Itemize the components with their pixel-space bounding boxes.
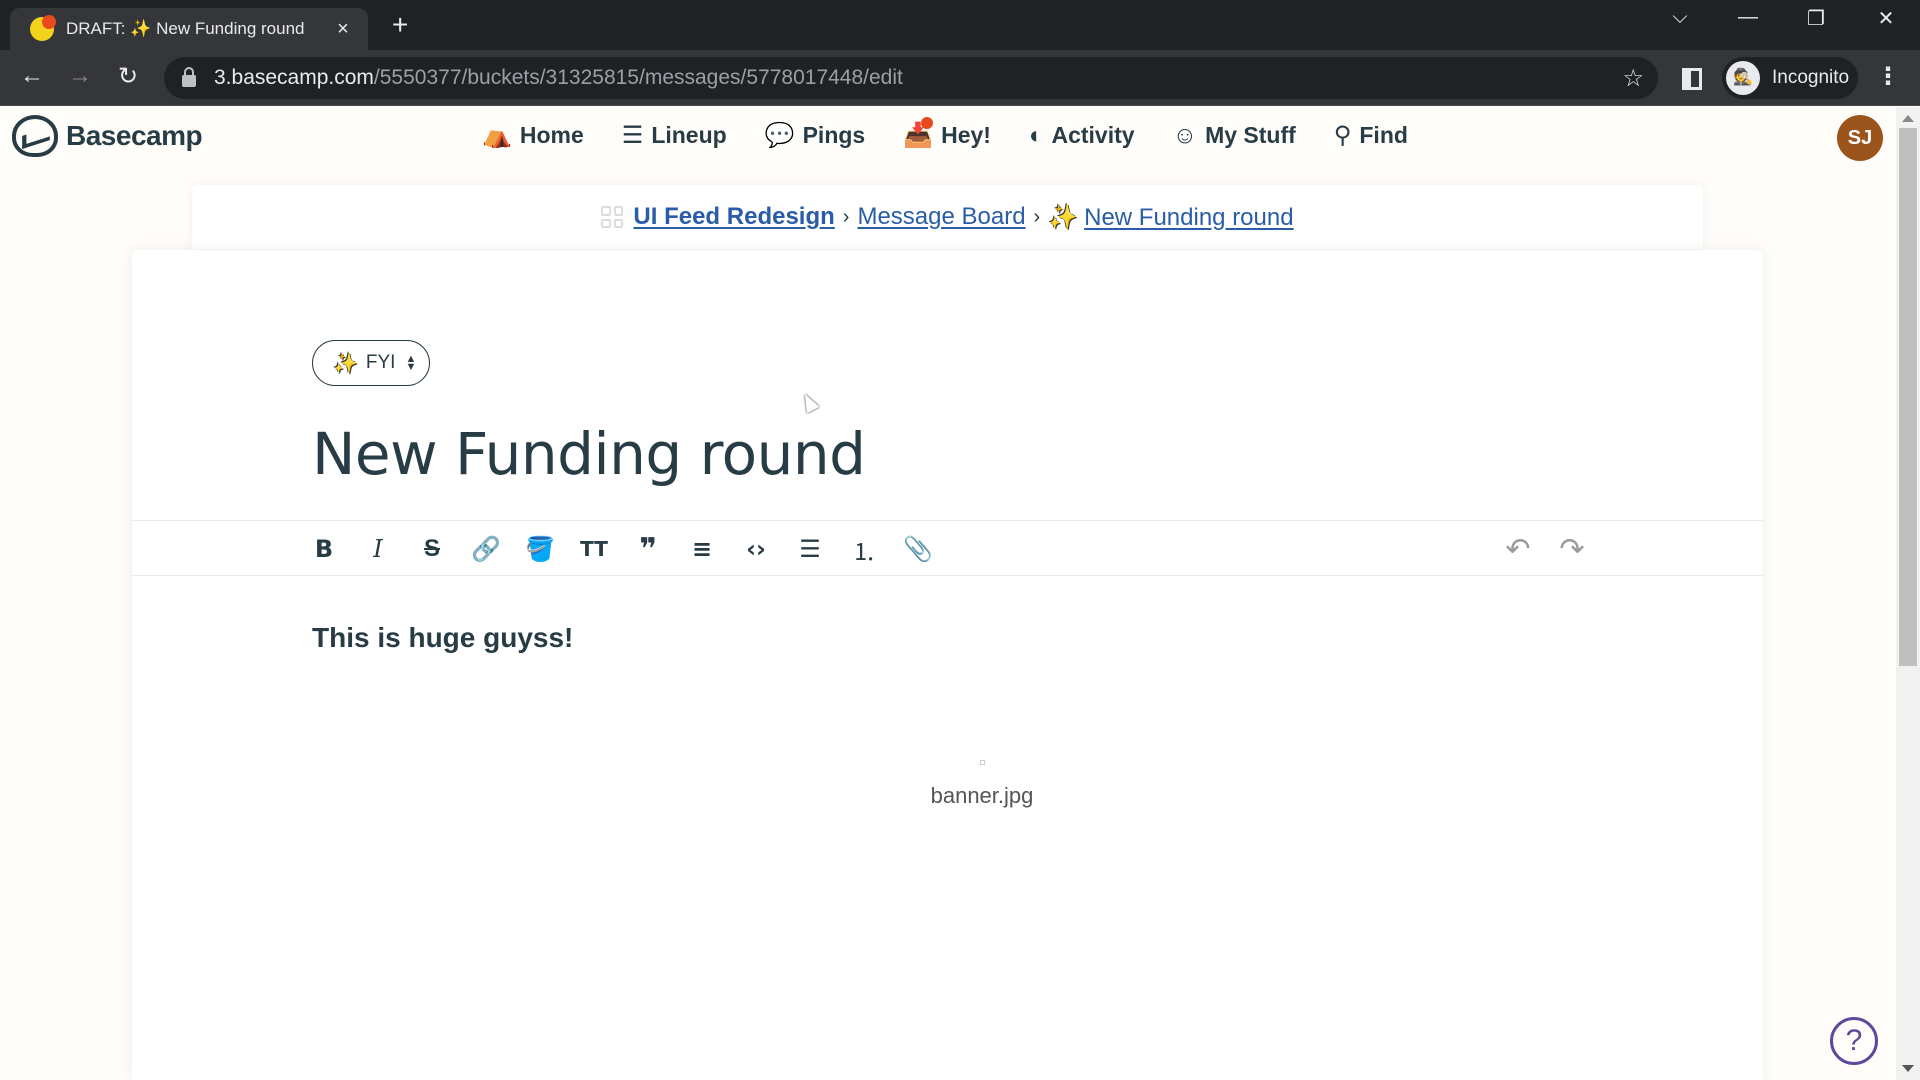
category-select[interactable]: ✨ FYI ▲ ▼	[312, 340, 430, 386]
updown-icon: ▲ ▼	[405, 353, 417, 373]
basecamp-logo-icon	[12, 115, 58, 157]
lineup-icon: ☰	[621, 122, 644, 149]
nav-find[interactable]: ⚲ Find	[1334, 121, 1408, 150]
attach-file-button[interactable]: 📎	[900, 531, 936, 567]
close-window-button[interactable]: ✕	[1866, 6, 1906, 31]
user-avatar[interactable]: SJ	[1837, 115, 1883, 161]
pings-icon: 💬	[764, 122, 795, 149]
incognito-icon: 🕵	[1726, 61, 1760, 95]
address-bar[interactable]: 3.basecamp.com/5550377/buckets/31325815/…	[164, 57, 1658, 99]
inbox-icon: 📥	[903, 117, 934, 150]
sparkle-icon: ✨	[1048, 203, 1079, 231]
breadcrumb-project-link[interactable]: UI Feed Redesign	[633, 203, 834, 231]
scroll-down-arrow-icon[interactable]	[1902, 1065, 1914, 1072]
basecamp-favicon-icon	[30, 15, 56, 41]
quote-button[interactable]: ❞	[630, 531, 666, 567]
message-title-input[interactable]: New Funding round	[312, 420, 866, 488]
editor-toolbar: B I S 🔗 🪣 TT ❞ ≡ ‹› ☰ ⒈ 📎 ↶ ↷	[132, 520, 1763, 576]
new-tab-button[interactable]: +	[392, 10, 408, 40]
browser-tab-bar: DRAFT: ✨ New Funding round × + ⌵ — ❐ ✕	[0, 0, 1920, 50]
reload-button[interactable]: ↻	[112, 62, 144, 91]
search-icon: ⚲	[1333, 122, 1352, 149]
activity-icon: ◐	[1028, 121, 1044, 149]
redo-button[interactable]: ↷	[1554, 531, 1590, 567]
help-button[interactable]: ?	[1830, 1017, 1878, 1065]
bullet-list-button[interactable]: ☰	[792, 531, 828, 567]
scrollbar-thumb[interactable]	[1899, 128, 1917, 666]
nav-pings-label: Pings	[802, 122, 866, 148]
nav-my-stuff[interactable]: ☺ My Stuff	[1173, 121, 1296, 150]
minimize-button[interactable]: —	[1728, 6, 1768, 29]
lock-icon[interactable]	[182, 67, 196, 87]
breadcrumb: UI Feed Redesign › Message Board › ✨ New …	[601, 203, 1294, 232]
nav-lineup-label: Lineup	[651, 122, 727, 148]
breadcrumb-separator: ›	[842, 205, 850, 228]
main-nav: ⛺ Home ☰ Lineup 💬 Pings 📥 Hey! ◐ Activit…	[482, 117, 1446, 150]
link-button[interactable]: 🔗	[468, 531, 504, 567]
nav-pings[interactable]: 💬 Pings	[765, 121, 866, 150]
nav-my-stuff-label: My Stuff	[1205, 122, 1296, 148]
nav-find-label: Find	[1359, 122, 1408, 148]
tab-title: DRAFT: ✨ New Funding round	[66, 19, 305, 38]
nav-home-label: Home	[519, 122, 584, 148]
message-editor-card: ✨ FYI ▲ ▼ New Funding round B I S 🔗 🪣 TT …	[132, 250, 1763, 1080]
nav-activity-label: Activity	[1051, 122, 1135, 148]
nav-home[interactable]: ⛺ Home	[482, 121, 584, 150]
browser-menu-icon[interactable]: ⋮	[1876, 62, 1900, 91]
nav-activity[interactable]: ◐ Activity	[1029, 121, 1135, 150]
brand-name: Basecamp	[66, 120, 203, 151]
breadcrumb-card: UI Feed Redesign › Message Board › ✨ New …	[192, 185, 1703, 249]
incognito-label: Incognito	[1772, 67, 1850, 88]
browser-tab[interactable]: DRAFT: ✨ New Funding round ×	[10, 8, 368, 50]
smiley-icon: ☺	[1172, 121, 1198, 149]
bold-button[interactable]: B	[306, 531, 342, 567]
scroll-up-arrow-icon[interactable]	[1902, 115, 1914, 122]
attachment[interactable]: banner.jpg	[892, 760, 1072, 809]
message-body[interactable]: This is huge guyss!	[312, 622, 573, 654]
restore-button[interactable]: ❐	[1796, 6, 1836, 31]
tab-close-icon[interactable]: ×	[332, 18, 354, 41]
incognito-profile-button[interactable]: 🕵 Incognito	[1722, 57, 1858, 99]
breadcrumb-message-link[interactable]: ✨ New Funding round	[1048, 203, 1293, 232]
numbered-list-button[interactable]: ⒈	[846, 531, 882, 567]
url-host: 3.basecamp.com	[214, 66, 374, 89]
home-icon: ⛺	[482, 122, 512, 149]
forward-button[interactable]: →	[64, 62, 96, 90]
sparkle-icon: ✨	[333, 352, 358, 375]
strikethrough-button[interactable]: S	[414, 531, 450, 567]
attachment-filename: banner.jpg	[930, 783, 1034, 808]
basecamp-logo[interactable]: Basecamp	[12, 115, 203, 157]
breadcrumb-separator: ›	[1033, 205, 1041, 228]
code-button[interactable]: ‹›	[738, 531, 774, 567]
url-path: /5550377/buckets/31325815/messages/57780…	[373, 66, 903, 89]
italic-button[interactable]: I	[360, 531, 396, 567]
page-scrollbar[interactable]	[1896, 107, 1920, 1080]
category-label: FYI	[365, 352, 396, 373]
tab-search-icon[interactable]: ⌵	[1660, 6, 1700, 29]
nav-lineup[interactable]: ☰ Lineup	[622, 121, 727, 150]
side-panel-icon[interactable]	[1682, 68, 1702, 90]
app-nav: Basecamp ⛺ Home ☰ Lineup 💬 Pings 📥 Hey! …	[0, 107, 1896, 167]
bookmark-star-icon[interactable]: ☆	[1622, 64, 1644, 93]
color-button[interactable]: 🪣	[522, 531, 558, 567]
image-placeholder-icon	[979, 760, 985, 765]
browser-toolbar: ← → ↻ 3.basecamp.com/5550377/buckets/313…	[0, 50, 1920, 106]
nav-hey-label: Hey!	[941, 122, 991, 148]
breadcrumb-board-link[interactable]: Message Board	[857, 203, 1025, 231]
project-grid-icon	[601, 206, 624, 228]
heading-button[interactable]: TT	[576, 531, 612, 567]
nav-hey[interactable]: 📥 Hey!	[903, 117, 991, 150]
back-button[interactable]: ←	[16, 62, 48, 90]
divider-button[interactable]: ≡	[684, 531, 720, 567]
undo-button[interactable]: ↶	[1500, 531, 1536, 567]
